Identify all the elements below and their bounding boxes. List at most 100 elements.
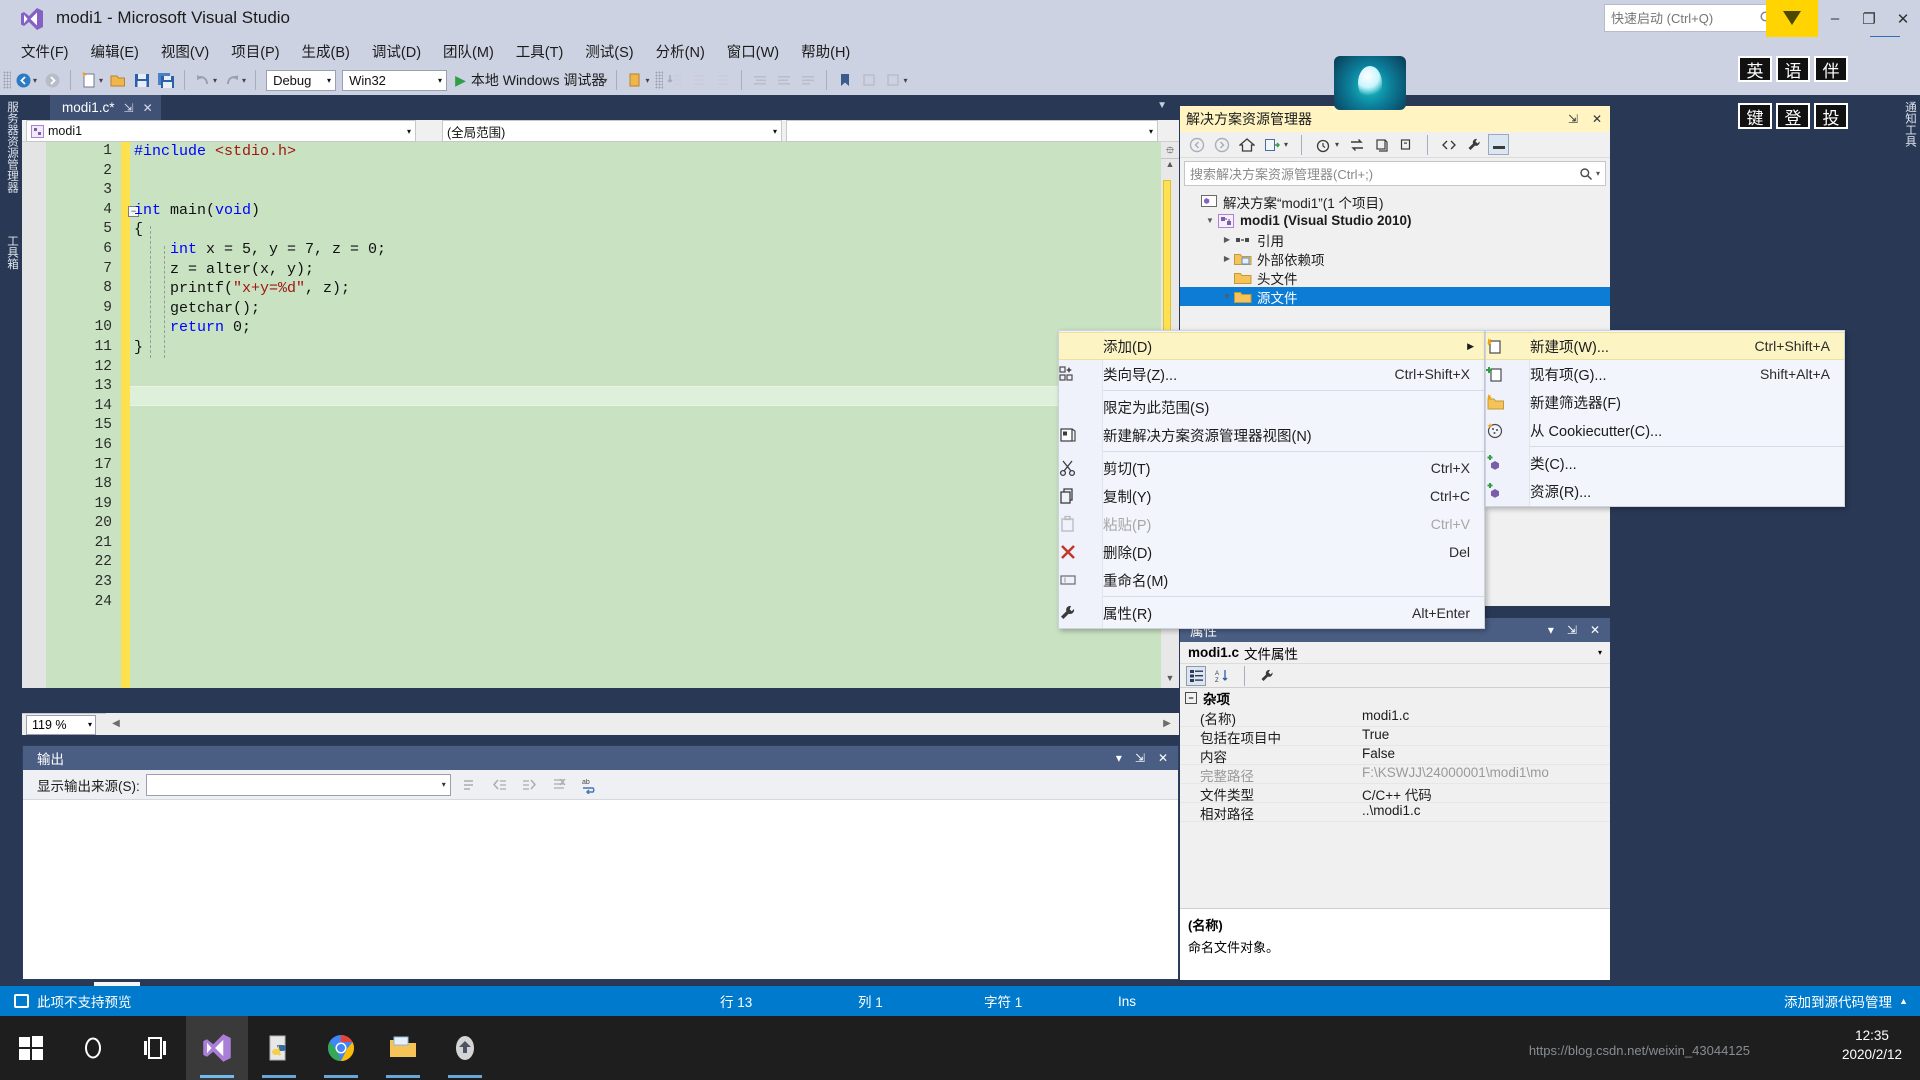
save-icon[interactable]: [131, 69, 153, 91]
solution-tree-item-0[interactable]: 解决方案“modi1”(1 个项目): [1180, 192, 1610, 211]
start-debugging-button[interactable]: ▶ 本地 Windows 调试器 ▾: [455, 70, 610, 90]
output-source-select[interactable]: ▾: [145, 773, 451, 796]
chevron-down-icon-tabs[interactable]: ▼: [1157, 100, 1167, 111]
property-value[interactable]: F:\KSWJJ\24000001\modi1\mo: [1358, 765, 1610, 783]
split-view-handle[interactable]: ⯐: [1161, 142, 1179, 159]
property-value[interactable]: False: [1358, 746, 1610, 764]
scroll-down-arrow[interactable]: ▼: [1161, 673, 1179, 688]
solution-explorer-search[interactable]: 搜索解决方案资源管理器(Ctrl+;) ▾: [1184, 161, 1606, 186]
feedback-icon[interactable]: [1766, 0, 1818, 37]
config-dropdown-icon[interactable]: ▾: [645, 76, 649, 85]
pending-changes-dropdown-icon[interactable]: ▾: [1284, 140, 1288, 149]
menu-item-2[interactable]: 视图(V): [150, 37, 220, 66]
navigate-back-icon[interactable]: [12, 69, 34, 91]
twisty-icon[interactable]: ▶: [1220, 254, 1234, 263]
property-row-4[interactable]: 文件类型 C/C++ 代码: [1180, 784, 1610, 803]
close-icon[interactable]: ✕: [143, 101, 153, 115]
context-menu-item-8[interactable]: I 重命名(M): [1059, 566, 1484, 594]
submenu-item-3[interactable]: 从 Cookiecutter(C)...: [1486, 416, 1844, 444]
solution-tree-item-3[interactable]: ▶ 外部依赖项: [1180, 249, 1610, 268]
submenu-item-1[interactable]: 现有项(G)... Shift+Alt+A: [1486, 360, 1844, 388]
submenu-item-4[interactable]: 类(C)...: [1486, 449, 1844, 477]
bookmark-dropdown-icon[interactable]: ▾: [903, 76, 907, 85]
menu-item-8[interactable]: 测试(S): [574, 37, 644, 66]
bookmark-icon[interactable]: [834, 69, 856, 91]
context-menu-item-1[interactable]: 类向导(Z)... Ctrl+Shift+X: [1059, 360, 1484, 388]
scroll-right-arrow[interactable]: ▶: [1161, 718, 1173, 730]
categorized-view-icon[interactable]: [1186, 665, 1206, 686]
left-rail-tab-toolbox[interactable]: 工具箱: [2, 235, 20, 297]
output-pin-icon[interactable]: ⇲: [1135, 751, 1145, 765]
editor-tab-modi1-c[interactable]: modi1.c* ⇲ ✕: [50, 95, 161, 120]
start-debugging-dropdown-icon[interactable]: ▾: [603, 76, 607, 85]
sync-with-active-document-icon[interactable]: [1346, 134, 1367, 155]
properties-object-select[interactable]: modi1.c 文件属性 ▾: [1180, 642, 1610, 664]
taskbar-app-gray[interactable]: [434, 1016, 496, 1080]
property-value[interactable]: ..\modi1.c: [1358, 803, 1610, 821]
twisty-icon[interactable]: ▶: [1220, 235, 1234, 244]
property-value[interactable]: modi1.c: [1358, 708, 1610, 726]
properties-grid[interactable]: (名称) modi1.c 包括在项目中 True 内容 False 完整路径 F:\KSWJJ…: [1180, 708, 1610, 822]
minimize-button[interactable]: –: [1818, 0, 1852, 37]
code-text[interactable]: #include <stdio.h> int main(void) { int x…: [134, 142, 386, 612]
scroll-up-arrow[interactable]: ▲: [1161, 159, 1179, 174]
solution-tree-item-2[interactable]: ▶ 引用: [1180, 230, 1610, 249]
save-all-icon[interactable]: [155, 69, 177, 91]
taskbar-python[interactable]: [248, 1016, 310, 1080]
code-editor[interactable]: 1 2 3 4 5 6 7 8 9 10 11 12 13 14 15 16 17 18 19 20 21 22 23 24 …: [22, 142, 1179, 688]
menu-item-1[interactable]: 编辑(E): [80, 37, 150, 66]
menu-item-3[interactable]: 项目(P): [220, 37, 290, 66]
pending-changes-icon[interactable]: [1261, 134, 1282, 155]
close-button[interactable]: ✕: [1886, 0, 1920, 37]
properties-wrench-icon[interactable]: [1463, 134, 1484, 155]
solution-configuration-select[interactable]: Debug ▾: [266, 69, 337, 91]
taskbar-file-explorer[interactable]: [372, 1016, 434, 1080]
status-source-control[interactable]: 添加到源代码管理: [1784, 991, 1892, 1011]
collapse-all-icon[interactable]: [1396, 134, 1417, 155]
submenu-item-0[interactable]: 新建项(W)... Ctrl+Shift+A: [1486, 332, 1844, 360]
properties-category-row[interactable]: − 杂项: [1180, 688, 1610, 708]
editor-horizontal-scrollbar[interactable]: ◀ ▶: [106, 713, 1179, 735]
property-value[interactable]: True: [1358, 727, 1610, 745]
new-project-icon[interactable]: [78, 69, 100, 91]
menu-item-4[interactable]: 生成(B): [291, 37, 361, 66]
context-menu[interactable]: 添加(D) ▶ 类向导(Z)... Ctrl+Shift+X 限定为此范围(S) 新建解决…: [1058, 330, 1485, 629]
view-code-icon[interactable]: [1438, 134, 1459, 155]
left-rail-tab-server-explorer[interactable]: 服务器资源管理器: [2, 101, 20, 221]
property-row-2[interactable]: 内容 False: [1180, 746, 1610, 765]
status-source-control-arrow[interactable]: ▲: [1899, 996, 1908, 1006]
context-menu-item-4[interactable]: 剪切(T) Ctrl+X: [1059, 454, 1484, 482]
output-close-icon[interactable]: ✕: [1158, 751, 1168, 765]
menu-item-11[interactable]: 帮助(H): [790, 37, 861, 66]
twisty-icon[interactable]: ▼: [1203, 216, 1217, 225]
back-dropdown-icon[interactable]: ▾: [33, 76, 37, 85]
pin-icon[interactable]: ⇲: [124, 101, 134, 115]
home-icon[interactable]: [1236, 134, 1257, 155]
context-menu-item-0[interactable]: 添加(D) ▶: [1059, 332, 1484, 360]
start-button[interactable]: [0, 1016, 62, 1080]
navigation-extra-select[interactable]: ▾: [786, 120, 1158, 142]
property-pages-wrench-icon[interactable]: [1257, 666, 1277, 686]
solution-platform-select[interactable]: Win32 ▾: [342, 69, 448, 91]
property-value[interactable]: C/C++ 代码: [1358, 784, 1610, 803]
output-dropdown-icon[interactable]: ▾: [1116, 751, 1122, 765]
toolbar-grip[interactable]: [3, 71, 11, 89]
show-all-files-icon[interactable]: [1312, 134, 1333, 155]
toggle-word-wrap-icon[interactable]: ab: [579, 774, 601, 796]
menu-item-7[interactable]: 工具(T): [505, 37, 575, 66]
solution-tree-item-4[interactable]: 头文件: [1180, 268, 1610, 287]
submenu-item-2[interactable]: 新建筛选器(F): [1486, 388, 1844, 416]
cortana-search-icon[interactable]: [62, 1016, 124, 1080]
submenu-item-5[interactable]: 资源(R)...: [1486, 477, 1844, 505]
properties-pin-icon[interactable]: ⇲: [1567, 623, 1577, 637]
search-dropdown-icon[interactable]: ▾: [1596, 169, 1600, 178]
taskbar-chrome[interactable]: [310, 1016, 372, 1080]
right-rail-tab-notifications[interactable]: 通知工具: [1900, 101, 1918, 181]
context-menu-item-5[interactable]: 复制(Y) Ctrl+C: [1059, 482, 1484, 510]
solution-explorer-pin-icon[interactable]: ⇲: [1568, 112, 1578, 126]
preview-selected-items-icon[interactable]: [1488, 134, 1510, 155]
alphabetical-view-icon[interactable]: AZ: [1212, 666, 1232, 686]
property-row-5[interactable]: 相对路径 ..\modi1.c: [1180, 803, 1610, 822]
menu-item-9[interactable]: 分析(N): [645, 37, 716, 66]
maximize-button[interactable]: ❐: [1852, 0, 1886, 37]
